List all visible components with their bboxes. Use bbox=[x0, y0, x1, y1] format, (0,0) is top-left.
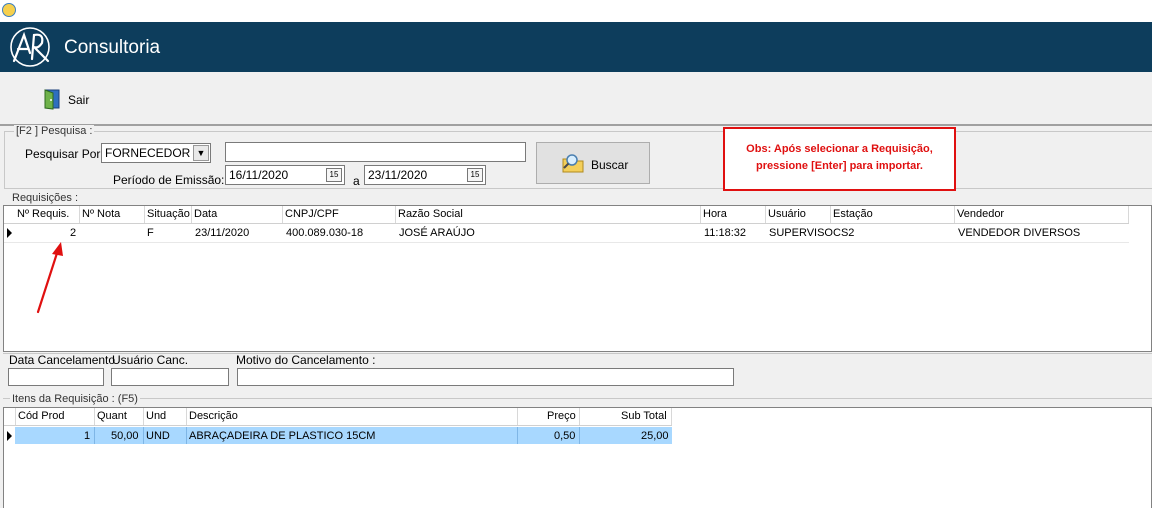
search-folder-icon bbox=[562, 154, 584, 173]
col-header[interactable]: Vendedor bbox=[957, 208, 1004, 220]
col-header[interactable]: Nº Nota bbox=[82, 208, 120, 220]
calendar-icon[interactable]: 15 bbox=[467, 168, 483, 182]
note-line-2: pressione [Enter] para importar. bbox=[756, 160, 923, 172]
col-header[interactable]: CNPJ/CPF bbox=[285, 208, 339, 220]
exit-button[interactable]: Sair bbox=[68, 93, 89, 107]
requisitions-grid[interactable]: Nº Requis. Nº Nota Situação Data CNPJ/CP… bbox=[3, 205, 1152, 352]
col-header[interactable]: Hora bbox=[703, 208, 727, 220]
row-indicator-icon bbox=[7, 431, 12, 441]
cancel-date-label: Data Cancelamento bbox=[9, 353, 116, 367]
col-header[interactable]: Data bbox=[194, 208, 217, 220]
cell-subtotal: 25,00 bbox=[641, 430, 669, 442]
items-label: Itens da Requisição : (F5) bbox=[10, 393, 140, 405]
date-from-field[interactable]: 16/11/2020 15 bbox=[225, 165, 345, 185]
cancel-date-field[interactable] bbox=[8, 368, 104, 386]
date-separator: a bbox=[353, 174, 360, 188]
items-header: Cód Prod Quant Und Descrição Preço Sub T… bbox=[4, 408, 672, 426]
cell-cnpj: 400.089.030-18 bbox=[286, 227, 364, 239]
cancel-reason-field[interactable] bbox=[237, 368, 734, 386]
col-header[interactable]: Descrição bbox=[189, 410, 238, 422]
app-icon bbox=[2, 3, 16, 17]
search-group-label: [F2 ] Pesquisa : bbox=[14, 125, 95, 137]
cell-razao: JOSÉ ARAÚJO bbox=[399, 227, 475, 239]
col-header[interactable]: Und bbox=[146, 410, 166, 422]
brand-name: Consultoria bbox=[64, 37, 161, 58]
cell-hora: 11:18:32 bbox=[704, 227, 747, 239]
note-line-1: Obs: Após selecionar a Requisição, bbox=[746, 143, 933, 155]
col-header[interactable]: Razão Social bbox=[398, 208, 463, 220]
date-to-field[interactable]: 23/11/2020 15 bbox=[364, 165, 486, 185]
red-arrow-annotation bbox=[36, 242, 63, 314]
search-button-label: Buscar bbox=[591, 158, 629, 172]
date-from-value: 16/11/2020 bbox=[229, 168, 289, 182]
table-row[interactable]: 2 F 23/11/2020 400.089.030-18 JOSÉ ARAÚJ… bbox=[4, 224, 1129, 243]
cell-data: 23/11/2020 bbox=[195, 227, 250, 239]
col-header[interactable]: Usuário bbox=[768, 208, 806, 220]
cell-situacao: F bbox=[147, 227, 154, 239]
import-note: Obs: Após selecionar a Requisição, press… bbox=[723, 127, 956, 191]
exit-door-icon[interactable] bbox=[42, 88, 62, 110]
requisitions-label: Requisições : bbox=[10, 192, 81, 204]
items-grid[interactable]: Cód Prod Quant Und Descrição Preço Sub T… bbox=[3, 407, 1152, 508]
search-button[interactable]: Buscar bbox=[536, 142, 650, 184]
table-row-cells: 1 50,00 UND ABRAÇADEIRA DE PLASTICO 15CM… bbox=[4, 427, 672, 444]
brand-logo: AR bbox=[10, 27, 60, 69]
cell-quant: 50,00 bbox=[111, 430, 139, 442]
col-header[interactable]: Quant bbox=[97, 410, 127, 422]
col-header[interactable]: Situação bbox=[147, 208, 190, 220]
cell-vendedor: VENDEDOR DIVERSOS bbox=[958, 227, 1081, 239]
cancel-user-field[interactable] bbox=[111, 368, 229, 386]
cell-requis: 2 bbox=[70, 227, 77, 239]
cell-und: UND bbox=[146, 430, 170, 442]
toolbar bbox=[0, 72, 1152, 126]
col-header[interactable]: Nº Requis. bbox=[17, 208, 69, 220]
cell-estacao: CS2 bbox=[833, 227, 855, 239]
divider bbox=[3, 398, 1152, 399]
date-to-value: 23/11/2020 bbox=[368, 168, 428, 182]
period-label: Período de Emissão: bbox=[113, 173, 225, 187]
col-header[interactable]: Preço bbox=[547, 410, 576, 422]
search-by-value: FORNECEDOR bbox=[105, 146, 191, 160]
cell-preco: 0,50 bbox=[554, 430, 576, 442]
cancel-user-label: Usuário Canc. bbox=[112, 353, 189, 367]
logo-text: AR bbox=[58, 67, 60, 69]
cancel-reason-label: Motivo do Cancelamento : bbox=[236, 353, 376, 367]
col-header[interactable]: Cód Prod bbox=[18, 410, 64, 422]
app-header bbox=[0, 22, 1152, 72]
cell-usuario: SUPERVISO bbox=[769, 227, 833, 239]
cell-cod: 1 bbox=[84, 430, 91, 442]
search-by-select[interactable]: FORNECEDOR ▼ bbox=[101, 143, 211, 163]
cell-descricao: ABRAÇADEIRA DE PLASTICO 15CM bbox=[189, 430, 376, 442]
search-input[interactable] bbox=[225, 142, 526, 162]
row-indicator-icon bbox=[7, 228, 12, 238]
requisitions-header: Nº Requis. Nº Nota Situação Data CNPJ/CP… bbox=[4, 206, 1129, 224]
col-header[interactable]: Estação bbox=[833, 208, 873, 220]
search-by-label: Pesquisar Por: bbox=[25, 147, 104, 161]
col-header[interactable]: Sub Total bbox=[621, 410, 667, 422]
calendar-icon[interactable]: 15 bbox=[326, 168, 342, 182]
chevron-down-icon[interactable]: ▼ bbox=[193, 145, 209, 161]
window-titlebar bbox=[0, 0, 1152, 22]
